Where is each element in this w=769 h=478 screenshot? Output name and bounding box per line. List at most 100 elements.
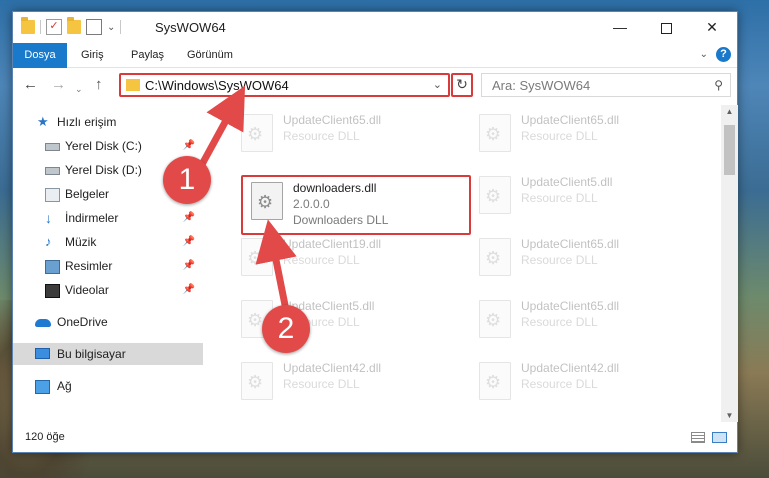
file-name: UpdateClient65.dll (521, 113, 620, 127)
expand-ribbon-icon[interactable]: ⌄ (700, 49, 708, 60)
file-name: UpdateClient65.dll (283, 113, 382, 127)
cloud-icon (35, 319, 51, 327)
customize-toolbar-icon[interactable] (86, 19, 102, 35)
step-1-badge: 1 (163, 156, 211, 204)
address-bar[interactable]: C:\Windows\SysWOW64 ⌄ (119, 73, 450, 97)
sidebar-item-onedrive[interactable]: OneDrive (13, 311, 203, 333)
explorer-window: ✓ ⌄ SysWOW64 — ✕ Dosya Giriş Paylaş Görü… (12, 11, 738, 453)
dll-file-icon: ⚙ (241, 114, 273, 152)
address-path[interactable]: C:\Windows\SysWOW64 (145, 78, 289, 93)
tab-view[interactable]: Görünüm (187, 43, 233, 67)
maximize-button[interactable] (643, 12, 689, 43)
search-icon[interactable]: ⚲ (714, 78, 723, 92)
navigation-pane: ★ Hızlı erişim Yerel Disk (C:) 📌 Yerel D… (13, 105, 205, 422)
sidebar-item-quick-access[interactable]: ★ Hızlı erişim (13, 111, 203, 133)
close-button[interactable]: ✕ (689, 12, 735, 43)
sidebar-item-label: Yerel Disk (D:) (65, 163, 142, 177)
tab-home[interactable]: Giriş (81, 43, 104, 67)
search-placeholder: Ara: SysWOW64 (492, 78, 591, 93)
file-description: Resource DLL (283, 253, 360, 267)
pictures-icon (45, 260, 60, 274)
sidebar-item-label: Ağ (57, 379, 72, 393)
scroll-thumb[interactable] (724, 125, 735, 175)
file-item[interactable]: ⚙ UpdateClient5.dll Resource DLL (473, 173, 683, 223)
tab-share[interactable]: Paylaş (131, 43, 164, 67)
maximize-icon (660, 22, 672, 34)
refresh-button[interactable]: ↻ (451, 73, 473, 97)
music-icon: ♪ (45, 234, 52, 249)
file-name: UpdateClient42.dll (521, 361, 620, 375)
sidebar-item-disk-c[interactable]: Yerel Disk (C:) 📌 (13, 135, 203, 157)
help-icon[interactable]: ? (716, 47, 731, 62)
documents-icon (45, 188, 60, 202)
drive-icon (45, 143, 60, 151)
file-item[interactable]: ⚙ UpdateClient42.dll Resource DLL (473, 359, 683, 409)
window-title: SysWOW64 (155, 20, 226, 35)
toolbar-dropdown-icon[interactable]: ⌄ (107, 22, 115, 33)
vertical-scrollbar[interactable]: ▲ ▼ (721, 105, 738, 422)
file-item[interactable]: ⚙ UpdateClient19.dll Resource DLL (235, 235, 445, 285)
file-description: Resource DLL (521, 377, 598, 391)
file-item[interactable]: ⚙ UpdateClient65.dll Resource DLL (235, 111, 445, 161)
sidebar-item-label: Resimler (65, 259, 113, 273)
minimize-button[interactable]: — (597, 12, 643, 43)
large-icons-view-icon[interactable] (712, 432, 727, 443)
file-name: UpdateClient65.dll (521, 237, 620, 251)
new-folder-icon[interactable] (67, 17, 81, 34)
toolbar-divider (40, 20, 41, 34)
sidebar-item-label: Bu bilgisayar (57, 347, 126, 361)
quick-access-toolbar: ✓ ⌄ (21, 17, 122, 36)
scroll-down-icon[interactable]: ▼ (721, 411, 738, 420)
recent-locations-button[interactable]: ⌄ (75, 81, 83, 97)
sidebar-item-music[interactable]: ♪ Müzik 📌 (13, 231, 203, 253)
sidebar-item-label: Müzik (65, 235, 97, 249)
search-input[interactable]: Ara: SysWOW64 ⚲ (481, 73, 731, 97)
file-item[interactable]: ⚙ UpdateClient65.dll Resource DLL (473, 235, 683, 285)
drive-icon (45, 167, 60, 175)
sidebar-item-this-pc[interactable]: Bu bilgisayar (13, 343, 203, 365)
file-item[interactable]: ⚙ UpdateClient65.dll Resource DLL (473, 297, 683, 347)
sidebar-item-pictures[interactable]: Resimler 📌 (13, 255, 203, 277)
ribbon-tabs: Dosya Giriş Paylaş Görünüm ⌄ ? (13, 43, 737, 93)
up-button[interactable]: ↑ (95, 77, 103, 93)
file-item[interactable]: ⚙ UpdateClient65.dll Resource DLL (473, 111, 683, 161)
dll-file-icon: ⚙ (479, 362, 511, 400)
dll-file-icon: ⚙ (479, 300, 511, 338)
file-name: UpdateClient5.dll (521, 175, 613, 189)
status-bar: 120 öğe (13, 423, 737, 452)
file-item-downloaders-dll[interactable]: ⚙ downloaders.dll 2.0.0.0 Downloaders DL… (241, 175, 471, 235)
file-name: UpdateClient65.dll (521, 299, 620, 313)
star-icon: ★ (37, 114, 49, 129)
back-button[interactable]: ← (23, 77, 38, 93)
video-icon (45, 284, 60, 298)
dll-file-icon: ⚙ (479, 114, 511, 152)
item-count: 120 öğe (25, 431, 65, 443)
scroll-up-icon[interactable]: ▲ (721, 107, 738, 116)
forward-button[interactable]: → (51, 77, 66, 93)
file-version: 2.0.0.0 (293, 197, 330, 211)
pin-icon: 📌 (182, 140, 195, 151)
folder-icon[interactable] (21, 17, 35, 34)
file-description: Resource DLL (521, 253, 598, 267)
ribbon-controls: ⌄ ? (700, 47, 731, 62)
file-description: Resource DLL (521, 315, 598, 329)
file-description: Resource DLL (521, 129, 598, 143)
pin-icon: 📌 (182, 212, 195, 223)
file-description: Resource DLL (283, 377, 360, 391)
details-view-icon[interactable] (691, 432, 705, 443)
download-icon: ↓ (45, 210, 52, 226)
sidebar-item-downloads[interactable]: ↓ İndirmeler 📌 (13, 207, 203, 229)
file-name: UpdateClient19.dll (283, 237, 382, 251)
toolbar-divider (120, 20, 122, 34)
properties-check-icon[interactable]: ✓ (46, 19, 62, 35)
file-list: ⚙ UpdateClient65.dll Resource DLL ⚙ Upda… (215, 105, 721, 422)
address-dropdown-icon[interactable]: ⌄ (433, 78, 442, 91)
sidebar-item-network[interactable]: Ağ (13, 375, 203, 397)
computer-icon (35, 348, 50, 359)
sidebar-item-videos[interactable]: Videolar 📌 (13, 279, 203, 301)
sidebar-item-label: Yerel Disk (C:) (65, 139, 142, 153)
file-description: Resource DLL (283, 129, 360, 143)
dll-file-icon: ⚙ (479, 176, 511, 214)
file-item[interactable]: ⚙ UpdateClient42.dll Resource DLL (235, 359, 445, 409)
dll-file-icon: ⚙ (479, 238, 511, 276)
